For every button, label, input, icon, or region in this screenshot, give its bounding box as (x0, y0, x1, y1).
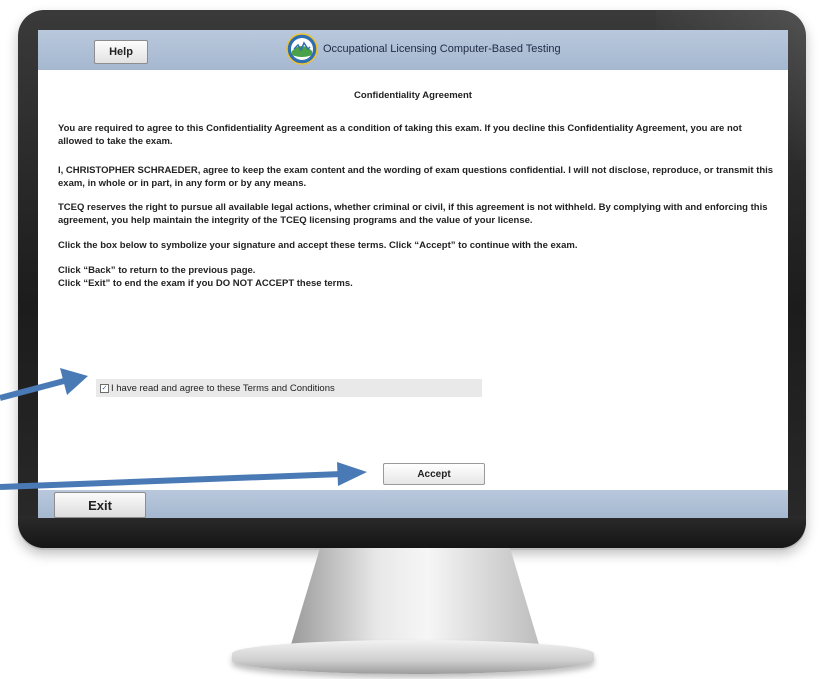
arrow-to-accept-icon (0, 462, 367, 490)
annotation-arrows (0, 368, 367, 490)
arrow-to-checkbox-icon (0, 368, 88, 401)
